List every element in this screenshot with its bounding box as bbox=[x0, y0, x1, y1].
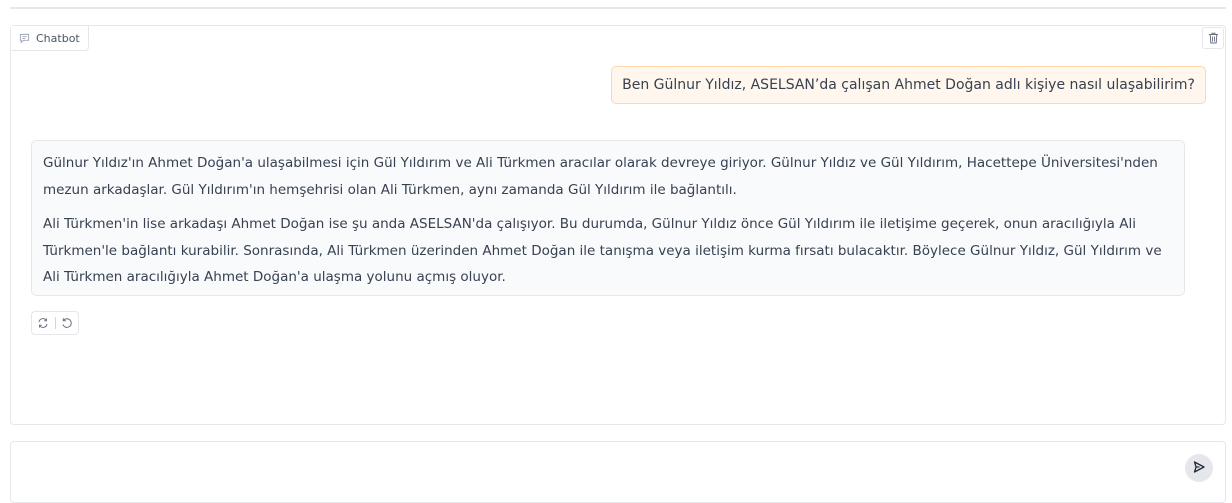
chat-bubble-icon bbox=[19, 33, 30, 44]
send-icon bbox=[1192, 459, 1206, 478]
send-button[interactable] bbox=[1185, 454, 1213, 482]
chatbot-panel: Chatbot Ben Gülnur Yıldız, ASELSAN’da ça… bbox=[10, 25, 1226, 425]
user-message-text: Ben Gülnur Yıldız, ASELSAN’da çalışan Ah… bbox=[622, 77, 1195, 93]
clear-chat-button[interactable] bbox=[1202, 27, 1224, 49]
undo-icon bbox=[61, 314, 73, 333]
undo-button[interactable] bbox=[56, 312, 79, 334]
retry-button[interactable] bbox=[32, 312, 55, 334]
bot-message-paragraph: Gülnur Yıldız'ın Ahmet Doğan'a ulaşabilm… bbox=[43, 155, 1158, 198]
message-actions bbox=[31, 311, 79, 335]
chatbot-label: Chatbot bbox=[11, 26, 89, 51]
message-input-panel bbox=[10, 441, 1226, 503]
user-message: Ben Gülnur Yıldız, ASELSAN’da çalışan Ah… bbox=[611, 66, 1206, 104]
top-divider bbox=[10, 7, 1226, 9]
chatbot-label-text: Chatbot bbox=[36, 31, 80, 45]
trash-icon bbox=[1208, 29, 1219, 48]
message-input[interactable] bbox=[21, 450, 1175, 484]
retry-icon bbox=[37, 314, 49, 333]
bot-message-paragraph: Ali Türkmen'in lise arkadaşı Ahmet Doğan… bbox=[43, 216, 1162, 285]
bot-message: Gülnur Yıldız'ın Ahmet Doğan'a ulaşabilm… bbox=[31, 140, 1185, 296]
